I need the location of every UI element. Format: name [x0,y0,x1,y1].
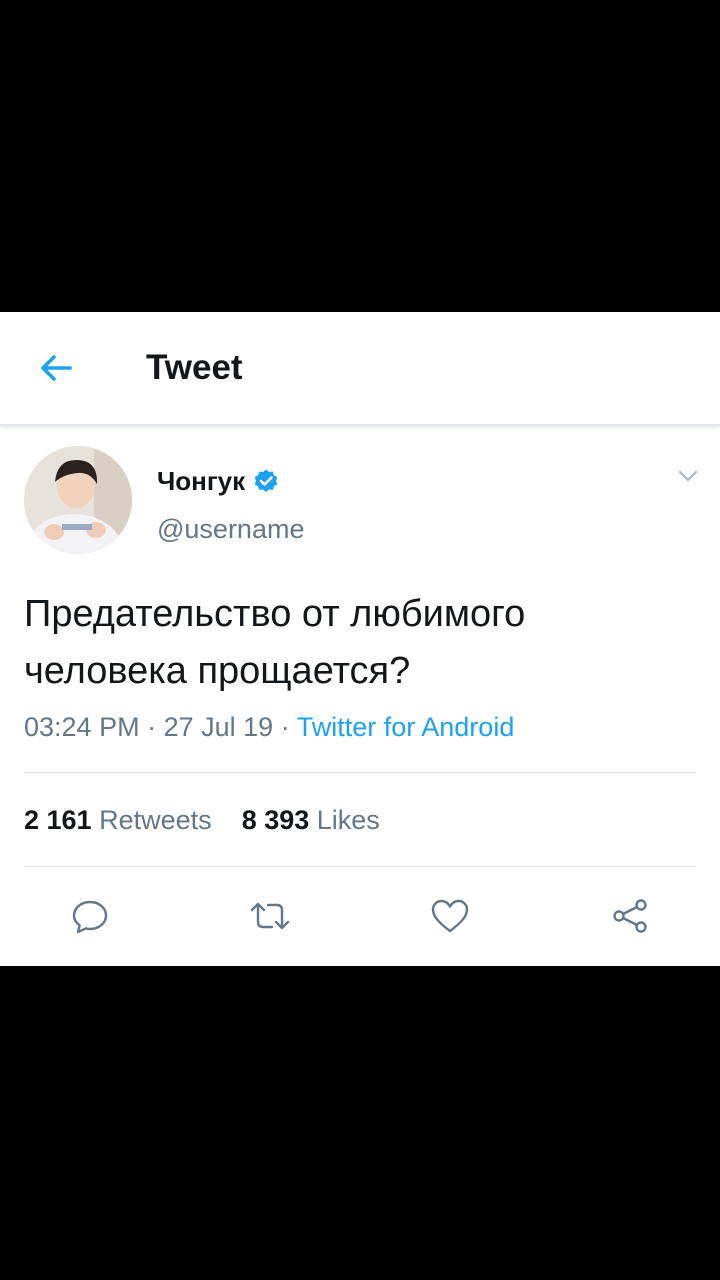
tweet-text: Предательство от любимого человека проща… [24,586,694,700]
tweet-text-line: человека прощается? [24,650,411,692]
tweet-text-line: Предательство от любимого [24,593,526,635]
author-handle[interactable]: @username [157,510,304,548]
divider [24,772,696,773]
tweet-stats: 2 161 Retweets 8 393 Likes [24,800,380,840]
meta-separator: · [147,712,157,742]
retweets-stat[interactable]: 2 161 Retweets [24,805,219,835]
tweet-time: 03:24 PM [24,712,140,742]
heart-icon [431,899,469,933]
likes-label: Likes [316,805,380,835]
retweets-count: 2 161 [24,805,92,835]
author-name[interactable]: Чонгук [157,462,279,500]
verified-badge-icon [253,468,279,494]
tweet-date: 27 Jul 19 [163,712,274,742]
app-header: Tweet [0,312,720,426]
chevron-down-icon [678,470,698,482]
tweet-actions [0,890,720,942]
meta-separator: · [280,712,290,742]
arrow-left-icon [41,355,72,381]
back-button[interactable] [34,346,78,390]
header-title: Tweet [146,348,243,387]
retweet-button[interactable] [248,894,292,938]
likes-count: 8 393 [241,805,310,835]
tweet-meta: 03:24 PM · 27 Jul 19 · Twitter for Andro… [24,708,514,746]
more-options-button[interactable] [674,462,702,490]
retweets-label: Retweets [99,805,212,835]
reply-button[interactable] [68,894,112,938]
tweet-screen: Tweet Чонгук @username Предательство от … [0,312,720,966]
author-name-text: Чонгук [157,466,246,496]
likes-stat[interactable]: 8 393 Likes [242,805,380,835]
like-button[interactable] [428,894,472,938]
tweet-source-link[interactable]: Twitter for Android [297,712,515,742]
reply-icon [72,900,108,934]
avatar-image [24,446,132,554]
share-icon [613,899,647,933]
retweet-icon [250,902,290,930]
avatar[interactable] [24,446,132,554]
divider [24,866,696,867]
share-button[interactable] [608,894,652,938]
